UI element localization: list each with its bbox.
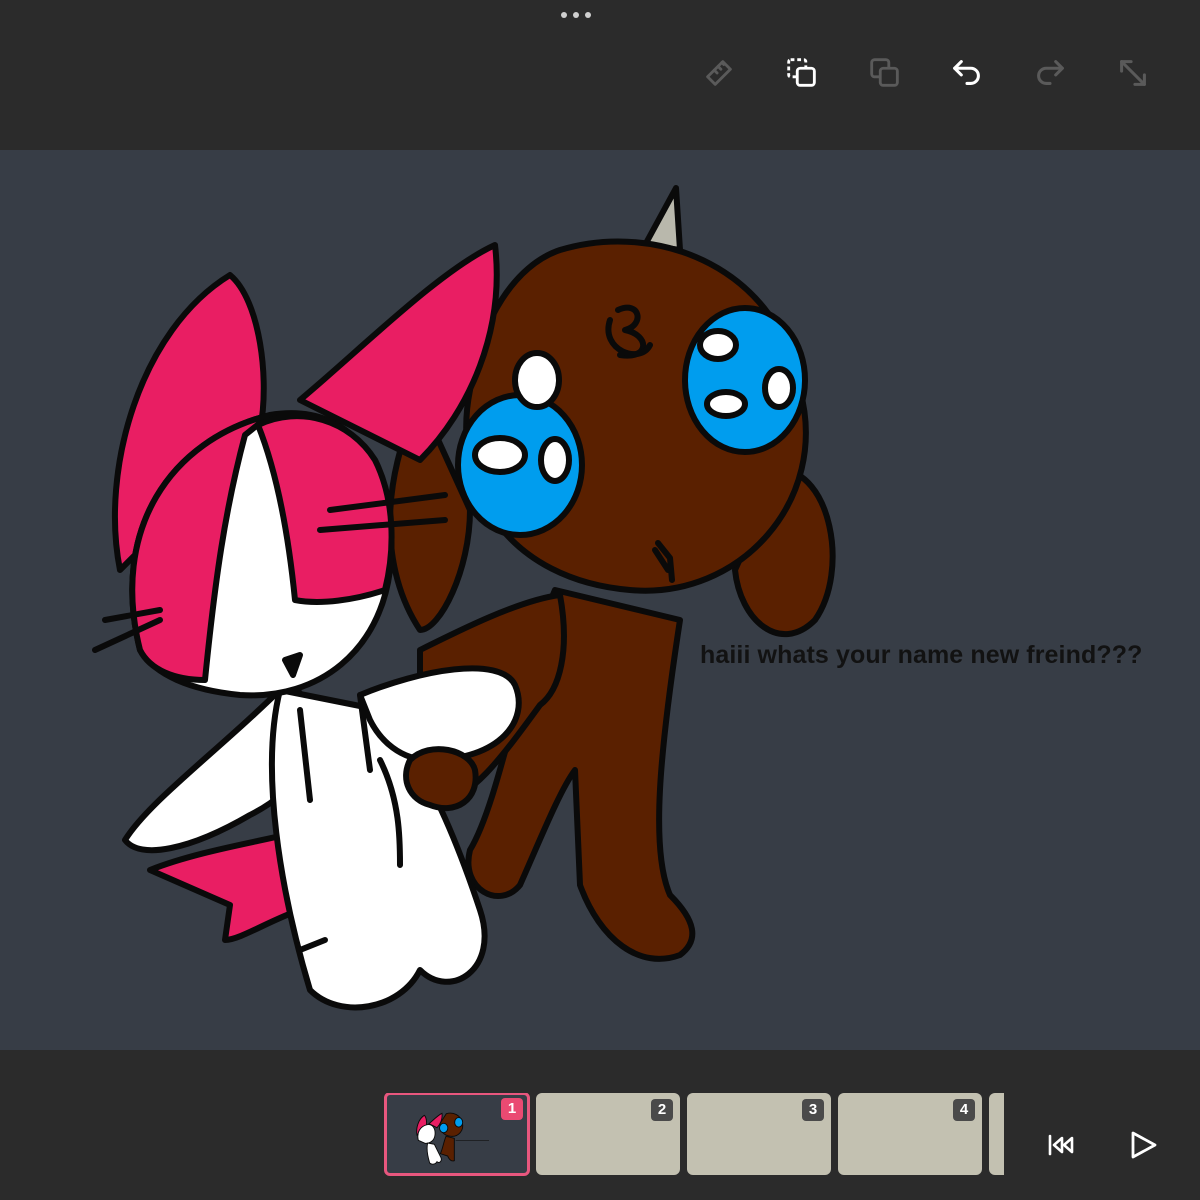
frame-thumbnail-2[interactable]: 2 bbox=[536, 1093, 680, 1175]
frame-number-badge: 1 bbox=[501, 1098, 523, 1120]
top-toolbar bbox=[0, 0, 1200, 150]
ruler-icon[interactable] bbox=[694, 48, 744, 98]
frame-thumbnail-4[interactable]: 4 bbox=[838, 1093, 982, 1175]
rewind-to-start-icon[interactable] bbox=[1036, 1120, 1086, 1170]
frame-number-badge: 4 bbox=[953, 1099, 975, 1121]
fullscreen-icon[interactable] bbox=[1108, 48, 1158, 98]
frame-thumbnail-image bbox=[416, 1112, 489, 1165]
play-icon[interactable] bbox=[1118, 1120, 1168, 1170]
frame-thumbnail-5-partial[interactable] bbox=[989, 1093, 1004, 1175]
frame-thumbnail-1[interactable]: 1 bbox=[384, 1093, 530, 1176]
frame-number-badge: 2 bbox=[651, 1099, 673, 1121]
redo-icon[interactable] bbox=[1025, 48, 1075, 98]
frame-timeline: 1 2 3 4 bbox=[0, 1050, 1200, 1200]
drawing-artwork bbox=[92, 185, 836, 1011]
speech-text: haiii whats your name new freind??? bbox=[700, 641, 1143, 669]
frame-thumbnail-3[interactable]: 3 bbox=[687, 1093, 831, 1175]
copy-selection-icon[interactable] bbox=[777, 48, 827, 98]
undo-icon[interactable] bbox=[942, 48, 992, 98]
frame-number-badge: 3 bbox=[802, 1099, 824, 1121]
drawing-canvas[interactable]: haiii whats your name new freind??? bbox=[0, 150, 1200, 1050]
duplicate-layer-icon[interactable] bbox=[860, 48, 910, 98]
more-options-handle[interactable] bbox=[561, 10, 591, 20]
frame-strip[interactable]: 1 2 3 4 bbox=[384, 1093, 1004, 1179]
